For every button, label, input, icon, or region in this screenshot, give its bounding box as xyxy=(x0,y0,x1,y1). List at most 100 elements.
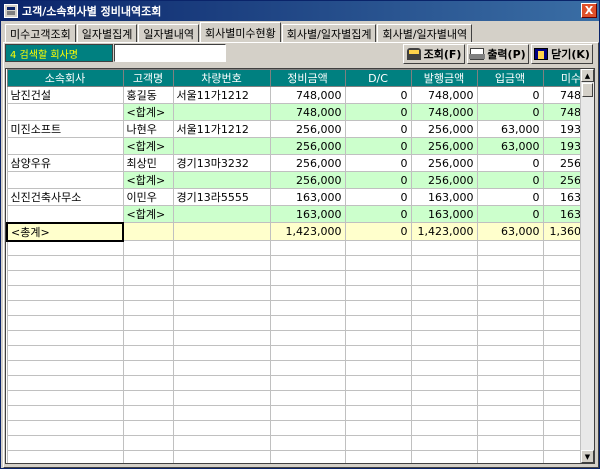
cell-issued[interactable]: 748,000 xyxy=(410,103,478,121)
col-deposit[interactable]: 입금액 xyxy=(476,69,544,87)
empty-cell[interactable] xyxy=(344,240,412,256)
cell-repair[interactable]: 163,000 xyxy=(269,205,346,223)
empty-cell[interactable] xyxy=(172,255,271,271)
empty-cell[interactable] xyxy=(122,405,174,421)
cell-deposit[interactable]: 63,000 xyxy=(476,120,544,138)
cell-plate[interactable] xyxy=(172,205,271,223)
empty-cell[interactable] xyxy=(6,330,124,346)
empty-cell[interactable] xyxy=(410,420,478,436)
empty-cell[interactable] xyxy=(122,270,174,286)
empty-cell[interactable] xyxy=(172,240,271,256)
tab-company-daily-summary[interactable]: 회사별/일자별집계 xyxy=(281,24,377,42)
empty-row[interactable] xyxy=(6,360,594,376)
empty-row[interactable] xyxy=(6,390,594,406)
cell-deposit[interactable]: 0 xyxy=(476,171,544,189)
empty-cell[interactable] xyxy=(476,285,544,301)
cell-plate[interactable]: 서울11가1212 xyxy=(172,120,271,138)
empty-cell[interactable] xyxy=(344,375,412,391)
empty-cell[interactable] xyxy=(6,300,124,316)
empty-cell[interactable] xyxy=(122,420,174,436)
cell-dc[interactable]: 0 xyxy=(344,120,412,138)
cell-issued[interactable]: 163,000 xyxy=(410,205,478,223)
empty-cell[interactable] xyxy=(122,360,174,376)
cell-issued[interactable]: 256,000 xyxy=(410,137,478,155)
cell-customer[interactable]: <합계> xyxy=(122,137,174,155)
cell-plate[interactable]: 경기13마3232 xyxy=(172,154,271,172)
cell-repair[interactable]: 748,000 xyxy=(269,86,346,104)
table-row[interactable]: 남진건설홍길동서울11가1212748,0000748,0000748,000 xyxy=(6,86,594,104)
empty-row[interactable] xyxy=(6,315,594,331)
cell-dc[interactable]: 0 xyxy=(344,103,412,121)
cell-company[interactable] xyxy=(6,103,124,121)
empty-cell[interactable] xyxy=(269,420,346,436)
empty-row[interactable] xyxy=(6,285,594,301)
empty-cell[interactable] xyxy=(6,345,124,361)
empty-cell[interactable] xyxy=(410,345,478,361)
scroll-thumb[interactable] xyxy=(582,83,593,97)
empty-cell[interactable] xyxy=(410,300,478,316)
empty-cell[interactable] xyxy=(410,435,478,451)
subtotal-row[interactable]: <합계>748,0000748,0000748,000 xyxy=(6,103,594,121)
tab-company-unpaid[interactable]: 회사별미수현황 xyxy=(199,22,281,42)
empty-cell[interactable] xyxy=(476,420,544,436)
empty-cell[interactable] xyxy=(269,375,346,391)
cell-customer[interactable]: 이민우 xyxy=(122,188,174,206)
tab-company-daily-details[interactable]: 회사별/일자별내역 xyxy=(377,24,473,42)
empty-cell[interactable] xyxy=(269,300,346,316)
subtotal-row[interactable]: <합계>256,0000256,0000256,000 xyxy=(6,171,594,189)
cell-plate[interactable] xyxy=(172,222,271,241)
cell-company[interactable]: 남진건설 xyxy=(6,86,124,104)
empty-cell[interactable] xyxy=(269,360,346,376)
col-company[interactable]: 소속회사 xyxy=(6,69,124,87)
cell-deposit[interactable]: 0 xyxy=(476,205,544,223)
cell-customer[interactable]: <합계> xyxy=(122,205,174,223)
cell-company[interactable] xyxy=(6,171,124,189)
empty-cell[interactable] xyxy=(172,330,271,346)
empty-row[interactable] xyxy=(6,270,594,286)
empty-cell[interactable] xyxy=(410,255,478,271)
empty-cell[interactable] xyxy=(344,315,412,331)
empty-cell[interactable] xyxy=(122,255,174,271)
cell-issued[interactable]: 256,000 xyxy=(410,171,478,189)
empty-cell[interactable] xyxy=(410,390,478,406)
col-issued-amount[interactable]: 발행금액 xyxy=(410,69,478,87)
empty-cell[interactable] xyxy=(122,300,174,316)
cell-plate[interactable]: 서울11가1212 xyxy=(172,86,271,104)
empty-cell[interactable] xyxy=(6,285,124,301)
empty-row[interactable] xyxy=(6,405,594,421)
empty-cell[interactable] xyxy=(172,345,271,361)
title-bar[interactable]: 고객/소속회사별 정비내역조회 X xyxy=(1,1,599,21)
empty-cell[interactable] xyxy=(6,240,124,256)
cell-customer[interactable]: 최상민 xyxy=(122,154,174,172)
cell-repair[interactable]: 256,000 xyxy=(269,154,346,172)
cell-company[interactable] xyxy=(6,137,124,155)
empty-cell[interactable] xyxy=(269,255,346,271)
cell-dc[interactable]: 0 xyxy=(344,86,412,104)
cell-deposit[interactable]: 63,000 xyxy=(476,137,544,155)
col-customer[interactable]: 고객명 xyxy=(122,69,174,87)
cell-plate[interactable] xyxy=(172,103,271,121)
empty-cell[interactable] xyxy=(476,330,544,346)
table-row[interactable]: 삼양우유최상민경기13마3232256,0000256,0000256,000 xyxy=(6,154,594,172)
empty-cell[interactable] xyxy=(122,390,174,406)
cell-company[interactable] xyxy=(6,205,124,223)
cell-company[interactable]: <총계> xyxy=(6,221,124,242)
col-repair-amount[interactable]: 정비금액 xyxy=(269,69,346,87)
empty-cell[interactable] xyxy=(410,330,478,346)
empty-cell[interactable] xyxy=(410,285,478,301)
empty-cell[interactable] xyxy=(410,360,478,376)
empty-cell[interactable] xyxy=(269,285,346,301)
cell-repair[interactable]: 256,000 xyxy=(269,137,346,155)
scroll-up-icon[interactable]: ▲ xyxy=(581,69,594,82)
empty-cell[interactable] xyxy=(122,285,174,301)
empty-row[interactable] xyxy=(6,420,594,436)
cell-dc[interactable]: 0 xyxy=(344,154,412,172)
cell-repair[interactable]: 256,000 xyxy=(269,120,346,138)
cell-repair[interactable]: 163,000 xyxy=(269,188,346,206)
cell-customer[interactable]: <합계> xyxy=(122,103,174,121)
empty-cell[interactable] xyxy=(6,450,124,463)
empty-cell[interactable] xyxy=(476,345,544,361)
grand-total-row[interactable]: <총계>1,423,00001,423,00063,0001,360,000 xyxy=(6,221,594,242)
empty-cell[interactable] xyxy=(6,360,124,376)
empty-cell[interactable] xyxy=(344,405,412,421)
